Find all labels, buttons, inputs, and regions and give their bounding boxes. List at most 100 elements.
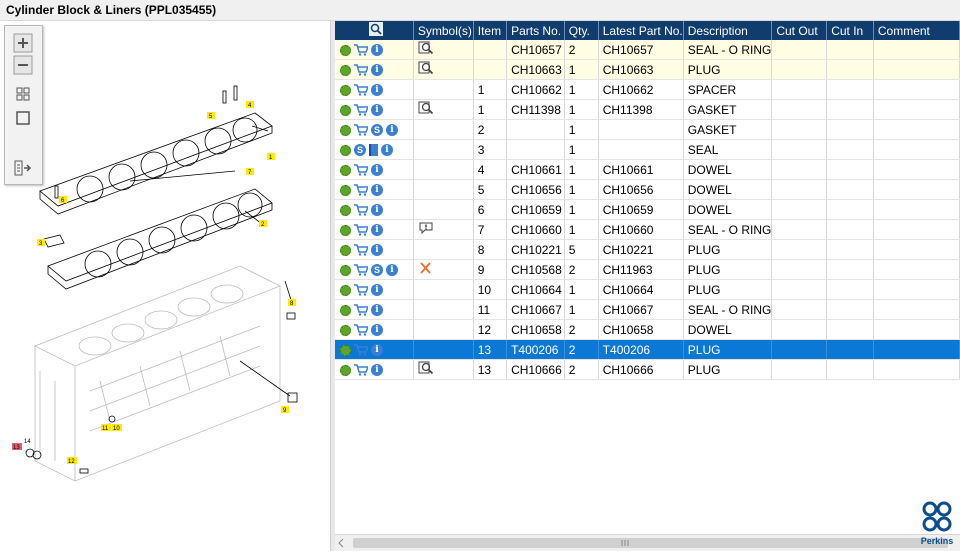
info-icon[interactable]: i — [371, 284, 383, 297]
info-icon[interactable]: i — [371, 44, 383, 57]
gear-icon[interactable] — [340, 244, 351, 256]
cart-icon[interactable] — [354, 344, 370, 357]
info-icon[interactable]: i — [371, 184, 383, 197]
supersession-icon[interactable]: S — [371, 264, 383, 277]
table-row[interactable]: Si 2 1 GASKET — [335, 119, 960, 140]
cart-icon[interactable] — [354, 244, 370, 257]
table-row[interactable]: i 10 CH10664 1 CH10664 PLUG — [335, 279, 960, 300]
row-item: 2 — [473, 119, 508, 140]
info-icon[interactable]: i — [386, 124, 398, 137]
table-row[interactable]: i 1 CH10662 1 CH10662 SPACER — [335, 79, 960, 100]
cart-icon[interactable] — [354, 304, 370, 317]
gear-icon[interactable] — [340, 64, 351, 76]
header-comment[interactable]: Comment — [873, 21, 960, 40]
header-cut-in[interactable]: Cut In — [826, 21, 874, 40]
gear-icon[interactable] — [340, 164, 351, 176]
gear-icon[interactable] — [340, 44, 351, 56]
info-icon[interactable]: i — [371, 244, 383, 257]
cart-icon[interactable] — [354, 204, 370, 217]
row-symbol — [413, 99, 474, 120]
table-row[interactable]: i 8 CH10221 5 CH10221 PLUG — [335, 239, 960, 260]
table-row[interactable]: i 4 CH10661 1 CH10661 DOWEL — [335, 159, 960, 180]
table-row[interactable]: i 13 CH10666 2 CH10666 PLUG — [335, 359, 960, 380]
cart-icon[interactable] — [354, 44, 370, 57]
gear-icon[interactable] — [340, 264, 351, 276]
cart-icon[interactable] — [354, 164, 370, 177]
supersession-icon[interactable]: S — [354, 144, 366, 157]
gear-icon[interactable] — [340, 344, 351, 356]
callout-14[interactable]: 14 — [24, 439, 31, 445]
gear-icon[interactable] — [340, 284, 351, 296]
gear-icon[interactable] — [340, 304, 351, 316]
cart-icon[interactable] — [354, 184, 370, 197]
table-row[interactable]: Si 9 CH10568 2 CH11963 PLUG — [335, 259, 960, 280]
gear-icon[interactable] — [340, 184, 351, 196]
exploded-parts-diagram[interactable]: 1 2 3 4 5 6 7 8 9 10 11 12 13 14 — [0, 71, 320, 491]
gear-icon[interactable] — [340, 144, 351, 156]
perkins-logo-icon — [922, 501, 952, 532]
table-row[interactable]: i 1 CH11398 1 CH11398 GASKET — [335, 99, 960, 120]
row-part-no: CH10663 — [506, 59, 565, 80]
zoom-in-button[interactable] — [13, 33, 33, 53]
row-part-no: CH10656 — [506, 179, 565, 200]
gear-icon[interactable] — [340, 84, 351, 96]
row-actions: i — [335, 239, 414, 260]
cart-icon[interactable] — [354, 264, 370, 277]
row-comment — [873, 159, 960, 180]
header-symbols[interactable]: Symbol(s) — [413, 21, 474, 40]
info-icon[interactable]: i — [371, 344, 383, 357]
table-row[interactable]: i 6 CH10659 1 CH10659 DOWEL — [335, 199, 960, 220]
gear-icon[interactable] — [340, 104, 351, 116]
row-qty: 2 — [564, 319, 599, 340]
table-row[interactable]: i CH10663 1 CH10663 PLUG — [335, 59, 960, 80]
table-row[interactable]: i 12 CH10658 2 CH10658 DOWEL — [335, 319, 960, 340]
info-icon[interactable]: i — [371, 84, 383, 97]
cart-icon[interactable] — [354, 64, 370, 77]
info-icon[interactable]: i — [371, 164, 383, 177]
cart-icon[interactable] — [354, 104, 370, 117]
cart-icon[interactable] — [354, 84, 370, 97]
header-latest-part-no[interactable]: Latest Part No. — [598, 21, 684, 40]
gear-icon[interactable] — [340, 224, 351, 236]
info-icon[interactable]: i — [371, 104, 383, 117]
gear-icon[interactable] — [340, 364, 351, 376]
row-actions: i — [335, 99, 414, 120]
header-qty[interactable]: Qty. — [564, 21, 599, 40]
table-row[interactable]: Si 3 1 SEAL — [335, 139, 960, 160]
cart-icon[interactable] — [354, 124, 370, 137]
info-icon[interactable]: i — [371, 224, 383, 237]
horizontal-scrollbar[interactable] — [335, 534, 960, 551]
cart-icon[interactable] — [354, 224, 370, 237]
supersession-icon[interactable]: S — [371, 124, 383, 137]
info-icon[interactable]: i — [371, 364, 383, 377]
table-row[interactable]: i 11 CH10667 1 CH10667 SEAL - O RING — [335, 299, 960, 320]
callout-10[interactable]: 10 — [113, 426, 120, 432]
info-icon[interactable]: i — [371, 204, 383, 217]
cart-icon[interactable] — [354, 284, 370, 297]
cart-icon[interactable] — [354, 324, 370, 337]
gear-icon[interactable] — [340, 204, 351, 216]
book-icon[interactable] — [369, 144, 378, 157]
table-row[interactable]: i 7 CH10660 1 CH10660 SEAL - O RING — [335, 219, 960, 240]
row-actions: i — [335, 279, 414, 300]
info-icon[interactable]: i — [371, 324, 383, 337]
info-icon[interactable]: i — [381, 144, 393, 157]
diagram-pane[interactable]: 1 2 3 4 5 6 7 8 9 10 11 12 13 14 — [0, 21, 330, 551]
table-row[interactable]: i 5 CH10656 1 CH10656 DOWEL — [335, 179, 960, 200]
gear-icon[interactable] — [340, 124, 351, 136]
header-actions[interactable] — [335, 21, 414, 40]
cart-icon[interactable] — [354, 364, 370, 377]
header-cut-out[interactable]: Cut Out — [771, 21, 828, 40]
info-icon[interactable]: i — [371, 304, 383, 317]
info-icon[interactable]: i — [371, 64, 383, 77]
gear-icon[interactable] — [340, 324, 351, 336]
header-description[interactable]: Description — [683, 21, 773, 40]
header-item[interactable]: Item — [473, 21, 508, 40]
header-part-no[interactable]: Parts No. — [506, 21, 565, 40]
table-row[interactable]: i 13 T400206 2 T400206 PLUG — [335, 339, 960, 360]
callout-13[interactable]: 13 — [13, 445, 20, 451]
table-row[interactable]: i CH10657 2 CH10657 SEAL - O RING — [335, 40, 960, 60]
callout-12[interactable]: 12 — [68, 459, 75, 465]
info-icon[interactable]: i — [386, 264, 398, 277]
callout-11[interactable]: 11 — [102, 426, 109, 432]
